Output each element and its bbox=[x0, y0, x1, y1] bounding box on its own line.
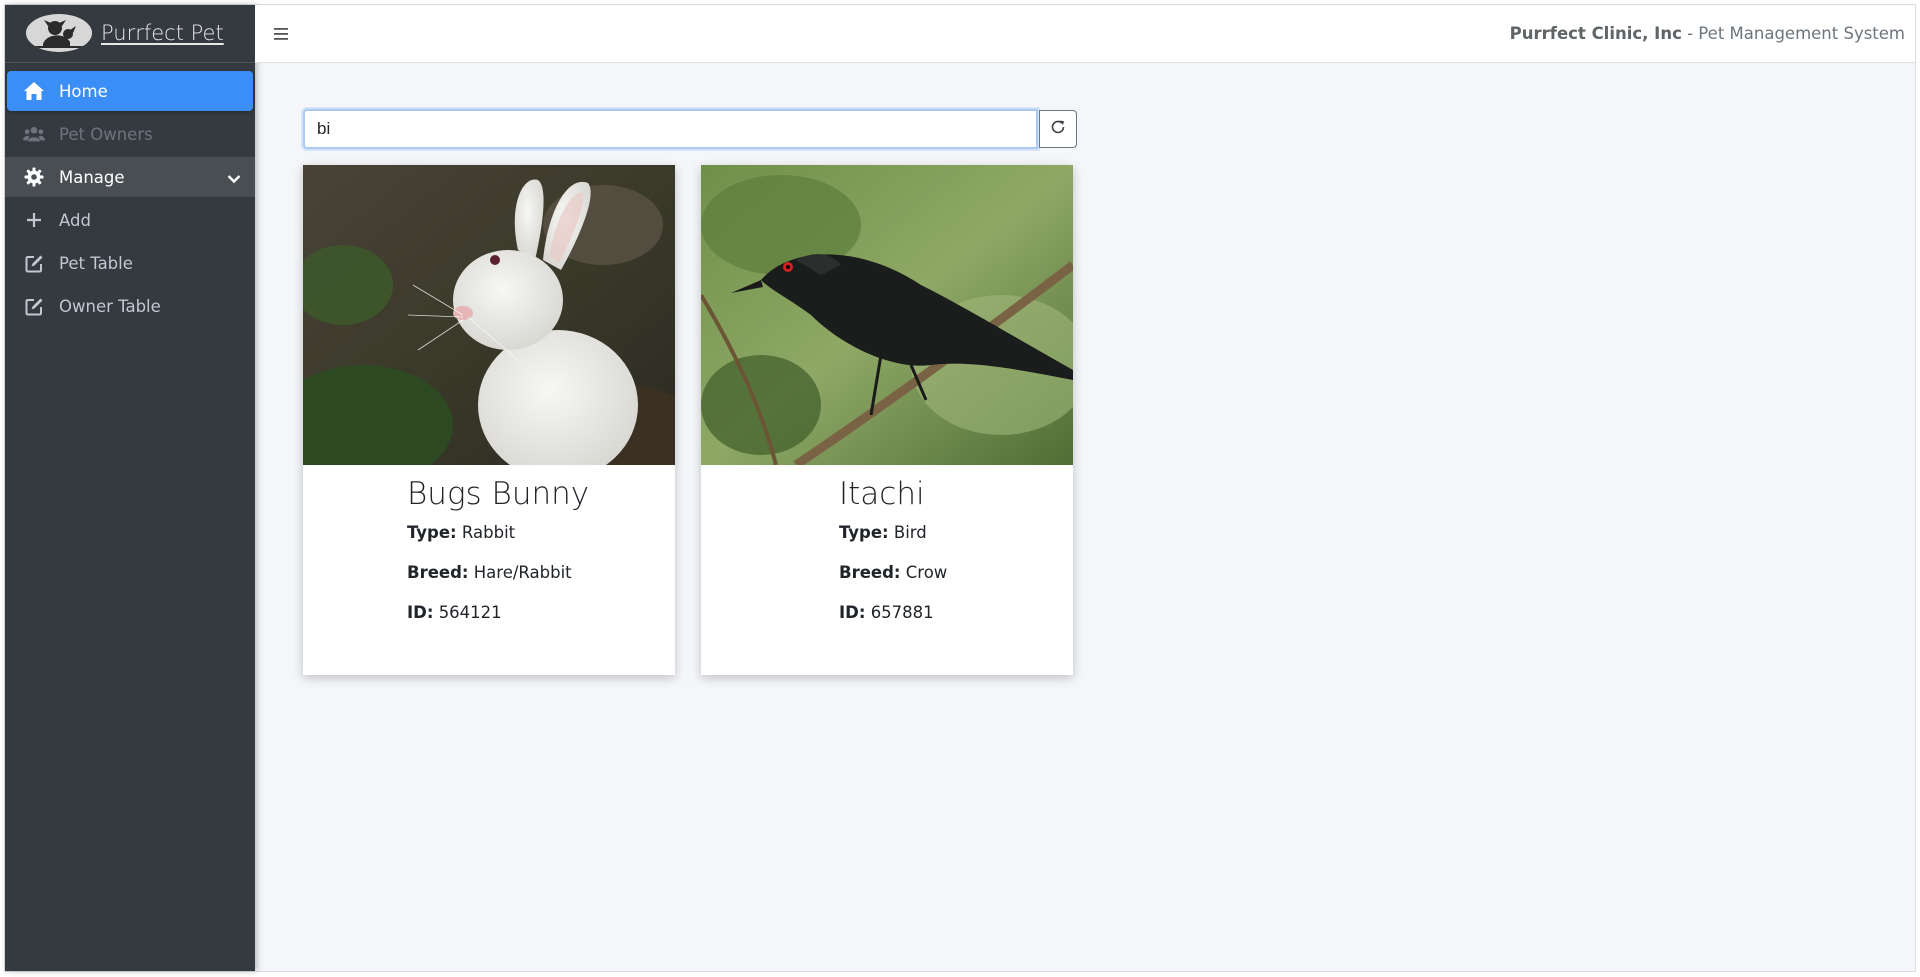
plus-icon bbox=[23, 209, 45, 231]
type-label: Type: bbox=[839, 523, 889, 542]
sidebar-item-pet-owners[interactable]: Pet Owners bbox=[5, 114, 255, 154]
sidebar-item-manage[interactable]: Manage bbox=[5, 157, 255, 197]
pet-type: Type: Bird bbox=[839, 523, 927, 542]
search-input[interactable] bbox=[303, 109, 1038, 149]
top-navbar: Purrfect Clinic, Inc - Pet Management Sy… bbox=[255, 5, 1915, 63]
breed-label: Breed: bbox=[407, 563, 469, 582]
pet-id: ID: 564121 bbox=[407, 603, 502, 622]
edit-icon bbox=[23, 252, 45, 274]
header-title: Purrfect Clinic, Inc - Pet Management Sy… bbox=[1510, 24, 1905, 43]
breed-value: Crow bbox=[905, 563, 948, 582]
pet-name: Itachi bbox=[839, 476, 925, 512]
users-icon bbox=[23, 123, 45, 145]
brand-name[interactable]: Purrfect Pet bbox=[101, 21, 224, 45]
pet-breed: Breed: Hare/Rabbit bbox=[407, 563, 572, 582]
pet-breed: Breed: Crow bbox=[839, 563, 947, 582]
gear-icon bbox=[23, 166, 45, 188]
id-label: ID: bbox=[839, 603, 866, 622]
refresh-button[interactable] bbox=[1039, 110, 1077, 148]
dog-cat-logo-icon bbox=[26, 14, 92, 52]
brand-link[interactable]: Purrfect Pet bbox=[5, 5, 255, 63]
pet-card[interactable]: Bugs Bunny Type: Rabbit Breed: Hare/Rabb… bbox=[303, 165, 675, 675]
chevron-down-icon bbox=[227, 169, 241, 188]
pet-photo-rabbit bbox=[303, 165, 675, 465]
pet-photo-crow bbox=[701, 165, 1073, 465]
app-window: Purrfect Pet Home Pet Owners Manage Add … bbox=[4, 4, 1916, 972]
type-value: Rabbit bbox=[461, 523, 516, 542]
sidebar-item-owner-table[interactable]: Owner Table bbox=[5, 286, 255, 326]
sidebar: Purrfect Pet Home Pet Owners Manage Add … bbox=[5, 5, 255, 971]
sidebar-item-label: Manage bbox=[59, 167, 125, 187]
sidebar-nav: Home Pet Owners Manage Add Pet Table Own… bbox=[5, 71, 255, 329]
company-name: Purrfect Clinic, Inc bbox=[1509, 24, 1682, 43]
home-icon bbox=[23, 80, 45, 102]
type-label: Type: bbox=[407, 523, 457, 542]
sidebar-item-home[interactable]: Home bbox=[7, 71, 253, 111]
id-value: 564121 bbox=[438, 603, 502, 622]
sidebar-item-pet-table[interactable]: Pet Table bbox=[5, 243, 255, 283]
id-value: 657881 bbox=[870, 603, 934, 622]
sidebar-item-label: Home bbox=[59, 81, 108, 101]
pet-name: Bugs Bunny bbox=[407, 476, 590, 512]
sidebar-item-label: Pet Table bbox=[59, 253, 133, 273]
sidebar-item-label: Owner Table bbox=[59, 296, 161, 316]
hamburger-icon[interactable] bbox=[273, 23, 295, 45]
pet-type: Type: Rabbit bbox=[407, 523, 515, 542]
breed-label: Breed: bbox=[839, 563, 901, 582]
pet-card[interactable]: Itachi Type: Bird Breed: Crow ID: 657881 bbox=[701, 165, 1073, 675]
sidebar-item-label: Add bbox=[59, 210, 91, 230]
id-label: ID: bbox=[407, 603, 434, 622]
edit-icon bbox=[23, 295, 45, 317]
pet-id: ID: 657881 bbox=[839, 603, 934, 622]
sidebar-item-label: Pet Owners bbox=[59, 124, 153, 144]
refresh-icon bbox=[1050, 119, 1066, 139]
sidebar-item-add[interactable]: Add bbox=[5, 200, 255, 240]
type-value: Bird bbox=[893, 523, 927, 542]
breed-value: Hare/Rabbit bbox=[473, 563, 572, 582]
system-subtitle: - Pet Management System bbox=[1681, 24, 1905, 43]
